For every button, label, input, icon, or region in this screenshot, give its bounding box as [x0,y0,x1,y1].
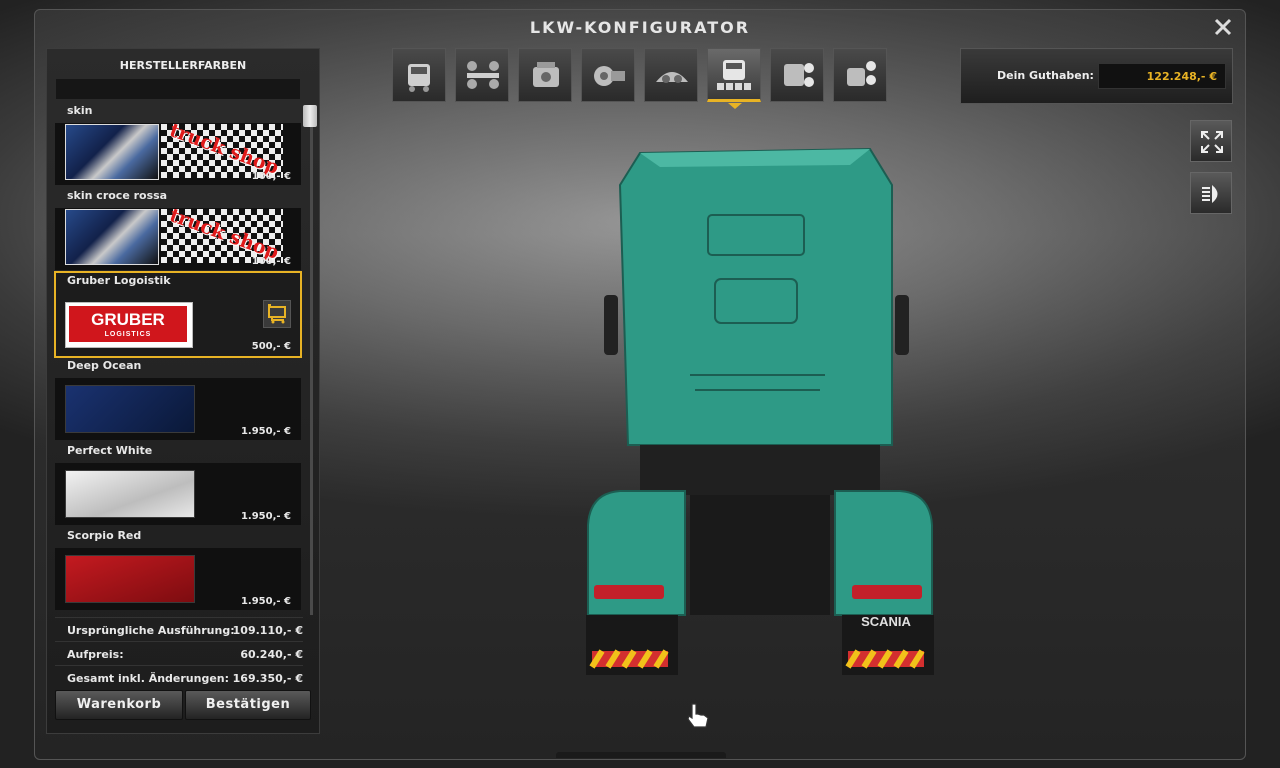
color-swatch [65,470,195,518]
add-to-cart-icon[interactable] [263,300,291,328]
panel-filter-bar [56,79,300,99]
svg-text:SCANIA: SCANIA [861,614,911,629]
lights-icon [784,63,814,87]
paint-item-name: skin [67,104,93,117]
accessories-icon [847,61,876,86]
skin-preview-image-2: truck shop [161,124,283,178]
paint-icon [717,60,751,90]
paint-item-name: skin croce rossa [67,189,168,202]
window-bottom-tab [556,752,726,758]
gruber-logo: GRUBER LOGISTICS [65,302,193,348]
tab-paint[interactable] [707,48,761,102]
summary-row-total: Gesamt inkl. Änderungen: 169.350,- € [55,665,303,689]
tab-lights[interactable] [770,48,824,102]
close-icon [1214,18,1232,36]
thumb-brand-text: truck shop [166,124,282,178]
paint-item-gruber-logistik[interactable]: Gruber Logoistik GRUBER LOGISTICS 500,- € [54,271,302,358]
cart-button[interactable]: Warenkorb [55,690,183,720]
tab-accessories[interactable] [833,48,887,102]
balance-value: 122.248,- € [1146,70,1217,83]
paint-item-price: 100,- € [251,171,291,182]
balance-box: Dein Guthaben: 122.248,- € [960,48,1233,104]
paint-list: skin truck shop 100,- € skin croce rossa… [54,102,302,612]
paint-item-name: Gruber Logoistik [67,274,171,287]
paint-item-deep-ocean[interactable]: Deep Ocean 1.950,- € [55,357,301,442]
paint-item-name: Scorpio Red [67,529,142,542]
chassis-icon [467,61,499,89]
paint-panel: HERSTELLERFARBEN skin truck shop 100,- €… [46,48,320,734]
scrollbar-thumb[interactable] [303,105,317,127]
confirm-button[interactable]: Bestätigen [185,690,311,720]
scrollbar-track[interactable] [310,105,313,615]
active-tab-marker [728,103,742,109]
engine-icon [533,62,559,87]
paint-item-perfect-white[interactable]: Perfect White 1.950,- € [55,442,301,527]
transmission-icon [594,66,625,86]
paint-item-scorpio-red[interactable]: Scorpio Red 1.950,- € [55,527,301,612]
panel-header: HERSTELLERFARBEN [119,59,247,72]
paint-item-price: 1.950,- € [240,511,291,522]
price-summary: Ursprüngliche Ausführung: 109.110,- € Au… [55,617,303,689]
color-swatch [65,385,195,433]
fullscreen-icon [1201,131,1223,153]
hand-cursor-icon [687,703,709,728]
summary-row-surcharge: Aufpreis: 60.240,- € [55,641,303,665]
interior-icon [656,72,688,83]
paint-item-price: 500,- € [251,341,291,352]
paint-item-price: 1.950,- € [240,596,291,607]
tab-chassis[interactable] [455,48,509,102]
close-button[interactable] [1212,18,1234,40]
summary-row-original: Ursprüngliche Ausführung: 109.110,- € [55,617,303,641]
balance-label: Dein Guthaben: [997,69,1094,82]
skin-preview-image [65,124,159,180]
tab-transmission[interactable] [581,48,635,102]
truck-cabin-icon [408,64,430,92]
skin-preview-image [65,209,159,265]
tab-interior[interactable] [644,48,698,102]
paint-item-skin[interactable]: skin truck shop 100,- € [55,102,301,187]
color-swatch [65,555,195,603]
paint-item-name: Perfect White [67,444,153,457]
paint-item-skin-croce-rossa[interactable]: skin croce rossa truck shop 100,- € [55,187,301,272]
truck-preview[interactable]: SCANIA [580,145,940,690]
skin-preview-image-2: truck shop [161,209,283,263]
paint-item-price: 1.950,- € [240,426,291,437]
fullscreen-button[interactable] [1190,120,1232,162]
paint-item-name: Deep Ocean [67,359,142,372]
tab-cabin[interactable] [392,48,446,102]
balance-field: 122.248,- € [1098,63,1226,89]
headlights-button[interactable] [1190,172,1232,214]
window-title: LKW-KONFIGURATOR [529,18,751,37]
thumb-brand-text: truck shop [166,209,282,263]
paint-item-price: 100,- € [251,256,291,267]
headlight-icon [1202,185,1218,203]
tab-engine[interactable] [518,48,572,102]
